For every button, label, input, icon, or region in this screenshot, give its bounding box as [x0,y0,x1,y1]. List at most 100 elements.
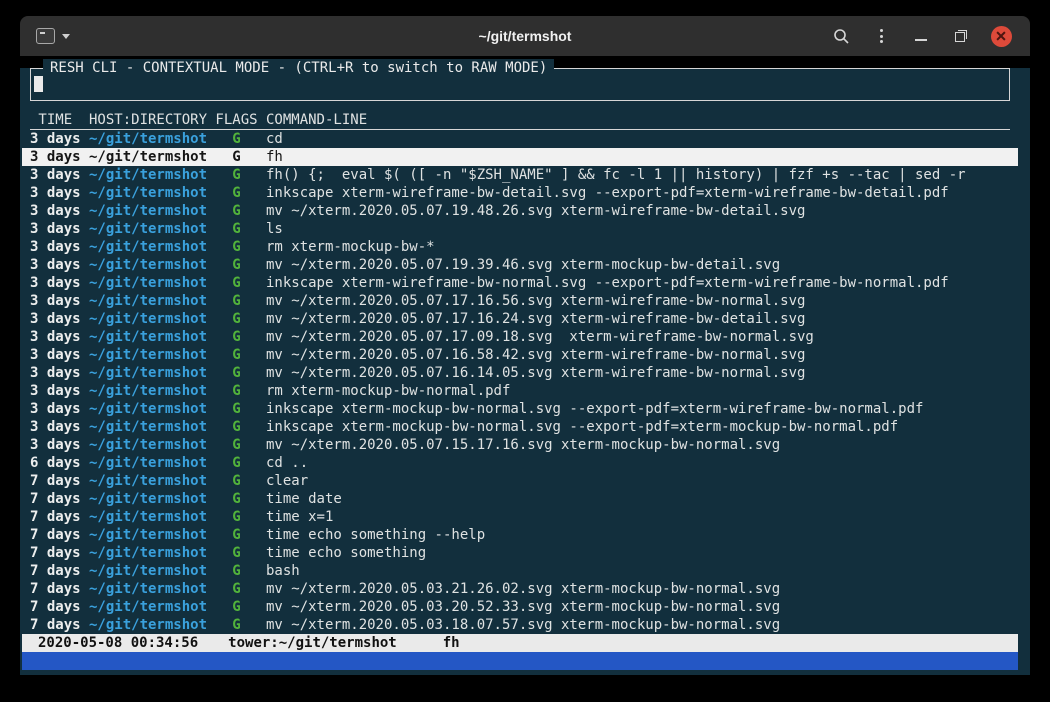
row-flags: G [215,328,266,346]
history-row[interactable]: 7 days ~/git/termshot G bash [22,562,1018,580]
history-row[interactable]: 3 days ~/git/termshot G ls [22,220,1018,238]
row-time: 3 days [30,166,89,184]
menu-button[interactable] [868,23,894,49]
row-flags: G [215,454,266,472]
row-flags: G [215,202,266,220]
minimize-button[interactable] [908,23,934,49]
row-time: 3 days [30,256,89,274]
row-host-directory: ~/git/termshot [89,598,215,616]
row-command: mv ~/xterm.2020.05.03.20.52.33.svg xterm… [266,598,1010,616]
row-time: 3 days [30,220,89,238]
row-flags: G [215,148,266,166]
row-time: 3 days [30,400,89,418]
row-time: 3 days [30,202,89,220]
row-command: mv ~/xterm.2020.05.07.17.09.18.svg xterm… [266,328,1010,346]
row-command: fh [266,148,1010,166]
search-input-box[interactable]: RESH CLI - CONTEXTUAL MODE - (CTRL+R to … [30,68,1010,101]
row-flags: G [215,616,266,634]
row-time: 3 days [30,310,89,328]
history-row[interactable]: 7 days ~/git/termshot G mv ~/xterm.2020.… [22,598,1018,616]
history-row[interactable]: 3 days ~/git/termshot G mv ~/xterm.2020.… [22,292,1018,310]
kebab-menu-icon [880,29,883,43]
row-command: mv ~/xterm.2020.05.07.17.16.24.svg xterm… [266,310,1010,328]
row-time: 7 days [30,544,89,562]
history-row[interactable]: 3 days ~/git/termshot G mv ~/xterm.2020.… [22,436,1018,454]
history-row[interactable]: 6 days ~/git/termshot G cd .. [22,454,1018,472]
row-command: mv ~/xterm.2020.05.07.15.17.16.svg xterm… [266,436,1010,454]
row-flags: G [215,292,266,310]
row-command: mv ~/xterm.2020.05.07.19.48.26.svg xterm… [266,202,1010,220]
row-command: cd .. [266,454,1010,472]
row-time: 3 days [30,418,89,436]
row-command: bash [266,562,1010,580]
titlebar: ~/git/termshot [20,16,1030,56]
history-row[interactable]: 7 days ~/git/termshot G time x=1 [22,508,1018,526]
history-row[interactable]: 7 days ~/git/termshot G mv ~/xterm.2020.… [22,580,1018,598]
row-time: 7 days [30,508,89,526]
row-command: mv ~/xterm.2020.05.03.18.07.57.svg xterm… [266,616,1010,634]
row-host-directory: ~/git/termshot [89,238,215,256]
search-button[interactable] [828,23,854,49]
history-row[interactable]: 3 days ~/git/termshot G mv ~/xterm.2020.… [22,328,1018,346]
restore-button[interactable] [948,23,974,49]
history-row[interactable]: 7 days ~/git/termshot G clear [22,472,1018,490]
history-row[interactable]: 3 days ~/git/termshot G rm xterm-mockup-… [22,238,1018,256]
row-host-directory: ~/git/termshot [89,202,215,220]
row-time: 7 days [30,490,89,508]
row-command: fh() {; eval $( ([ -n "$ZSH_NAME" ] && f… [266,166,1010,184]
row-time: 3 days [30,364,89,382]
status-host-directory: tower:~/git/termshot [228,634,397,652]
row-host-directory: ~/git/termshot [89,436,215,454]
row-flags: G [215,130,266,148]
history-row[interactable]: 3 days ~/git/termshot G inkscape xterm-w… [22,274,1018,292]
row-command: mv ~/xterm.2020.05.07.19.39.46.svg xterm… [266,256,1010,274]
close-icon [991,26,1012,47]
row-command: clear [266,472,1010,490]
restore-icon [955,30,967,42]
search-icon [833,28,850,45]
history-row[interactable]: 7 days ~/git/termshot G time date [22,490,1018,508]
row-host-directory: ~/git/termshot [89,526,215,544]
row-host-directory: ~/git/termshot [89,580,215,598]
history-row[interactable]: 3 days ~/git/termshot G fh [22,148,1018,166]
row-flags: G [215,256,266,274]
row-time: 3 days [30,382,89,400]
history-row[interactable]: 3 days ~/git/termshot G fh() {; eval $( … [22,166,1018,184]
row-flags: G [215,238,266,256]
row-host-directory: ~/git/termshot [89,472,215,490]
titlebar-right-controls [828,23,1014,49]
row-flags: G [215,580,266,598]
status-timestamp: 2020-05-08 00:34:56 [38,634,198,652]
history-row[interactable]: 3 days ~/git/termshot G mv ~/xterm.2020.… [22,310,1018,328]
row-command: time x=1 [266,508,1010,526]
history-row[interactable]: 3 days ~/git/termshot G mv ~/xterm.2020.… [22,364,1018,382]
row-command: mv ~/xterm.2020.05.07.16.14.05.svg xterm… [266,364,1010,382]
row-command: time echo something [266,544,1010,562]
history-row[interactable]: 3 days ~/git/termshot G inkscape xterm-m… [22,400,1018,418]
history-row[interactable]: 3 days ~/git/termshot G rm xterm-mockup-… [22,382,1018,400]
history-row[interactable]: 7 days ~/git/termshot G time echo someth… [22,544,1018,562]
row-flags: G [215,310,266,328]
row-time: 3 days [30,346,89,364]
row-time: 7 days [30,526,89,544]
row-time: 7 days [30,562,89,580]
close-button[interactable] [988,23,1014,49]
history-row[interactable]: 3 days ~/git/termshot G cd [22,130,1018,148]
row-flags: G [215,364,266,382]
new-terminal-button[interactable] [36,23,70,49]
row-flags: G [215,166,266,184]
history-row[interactable]: 3 days ~/git/termshot G mv ~/xterm.2020.… [22,256,1018,274]
history-row[interactable]: 7 days ~/git/termshot G time echo someth… [22,526,1018,544]
terminal-window-icon [36,28,55,44]
status-bar: 2020-05-08 00:34:56 tower:~/git/termshot… [22,634,1018,652]
history-row[interactable]: 7 days ~/git/termshot G mv ~/xterm.2020.… [22,616,1018,634]
history-row[interactable]: 3 days ~/git/termshot G mv ~/xterm.2020.… [22,202,1018,220]
history-row[interactable]: 3 days ~/git/termshot G mv ~/xterm.2020.… [22,346,1018,364]
history-row[interactable]: 3 days ~/git/termshot G inkscape xterm-w… [22,184,1018,202]
row-time: 3 days [30,274,89,292]
dropdown-caret-icon [62,34,70,39]
history-row[interactable]: 3 days ~/git/termshot G inkscape xterm-m… [22,418,1018,436]
row-time: 3 days [30,148,89,166]
terminal-window: ~/git/termshot RESH CLI - [20,16,1030,675]
titlebar-left-controls [36,23,70,49]
